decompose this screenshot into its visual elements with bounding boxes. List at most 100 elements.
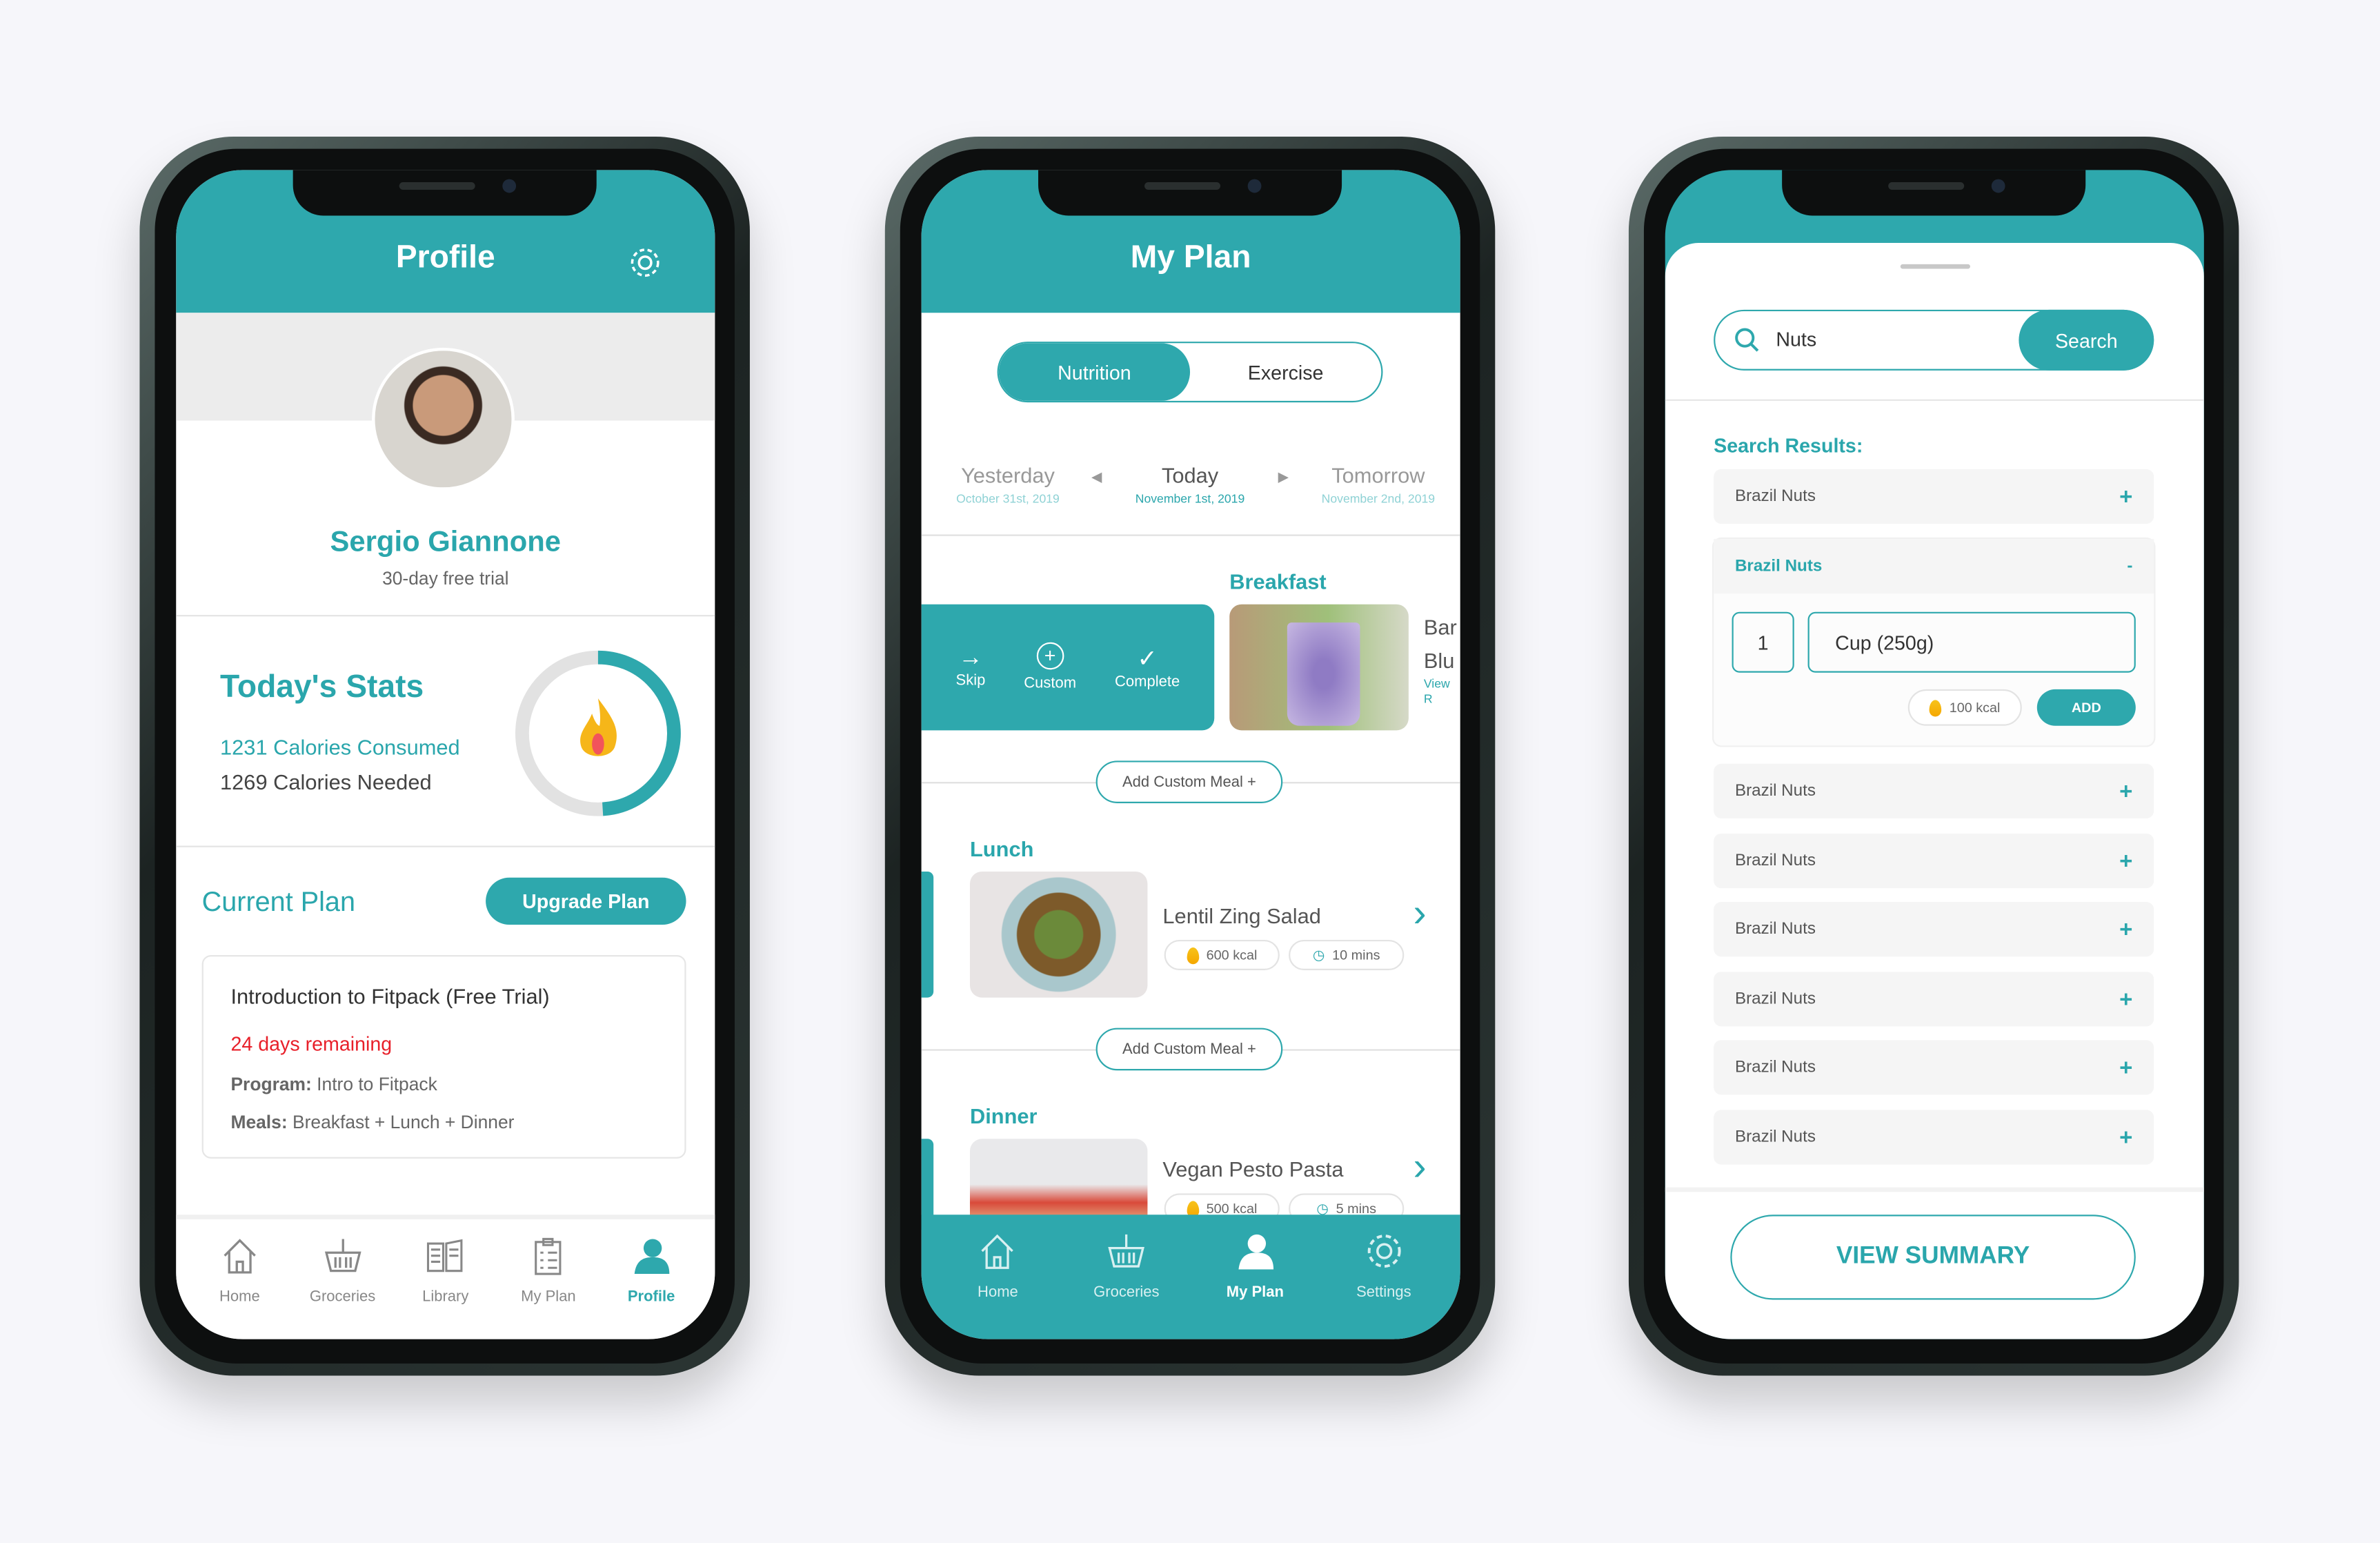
chevron-right-icon[interactable]: › bbox=[1413, 890, 1426, 936]
bottom-nav: Home Groceries Library My Plan Profile bbox=[176, 1215, 715, 1339]
search-screen: Nuts Search Search Results: Brazil Nuts +… bbox=[1665, 170, 2204, 1339]
user-subtitle: 30-day free trial bbox=[382, 567, 509, 589]
results-title: Search Results: bbox=[1714, 434, 1863, 458]
calories-consumed: 1231 Calories Consumed bbox=[220, 734, 460, 760]
breakfast-label: Breakfast bbox=[1229, 569, 1327, 594]
search-button[interactable]: Search bbox=[2019, 309, 2154, 371]
check-icon: ✓ bbox=[1137, 647, 1158, 673]
breakfast-title[interactable]: Bar Blu View R bbox=[1424, 611, 1460, 708]
gear-icon bbox=[1367, 1235, 1400, 1268]
result-row[interactable]: Brazil Nuts + bbox=[1714, 901, 2154, 957]
profile-screen: Profile Sergio Giannone 30-day free tria… bbox=[176, 170, 715, 1339]
day-yesterday[interactable]: Yesterday October 31st, 2019 bbox=[932, 463, 1084, 506]
arrow-right-icon: → bbox=[958, 645, 983, 671]
plan-card: Introduction to Fitpack (Free Trial) 24 … bbox=[201, 954, 686, 1159]
my-plan-screen: My Plan Nutrition Exercise Yesterday Octo… bbox=[921, 170, 1460, 1339]
plus-circle-icon: + bbox=[1036, 642, 1064, 670]
meal-actions-panel: → Skip + Custom ✓ Complete bbox=[921, 604, 1215, 731]
divider bbox=[921, 534, 1460, 536]
user-icon bbox=[1238, 1234, 1273, 1270]
nav-home[interactable]: Home bbox=[194, 1235, 285, 1339]
next-day-arrow[interactable]: ▶ bbox=[1278, 469, 1289, 486]
view-summary-button[interactable]: VIEW SUMMARY bbox=[1730, 1215, 2136, 1300]
result-row[interactable]: Brazil Nuts + bbox=[1714, 833, 2154, 889]
flame-icon bbox=[1930, 699, 1942, 716]
book-icon bbox=[428, 1239, 464, 1272]
prev-day-arrow[interactable]: ◀ bbox=[1091, 469, 1102, 486]
result-row[interactable]: Brazil Nuts + bbox=[1714, 972, 2154, 1027]
custom-button[interactable]: + Custom bbox=[1024, 642, 1076, 692]
plus-icon: + bbox=[2119, 986, 2133, 1012]
plus-icon: + bbox=[2119, 1124, 2133, 1150]
plan-tabs: Nutrition Exercise bbox=[997, 342, 1383, 403]
plus-icon: + bbox=[2119, 1054, 2133, 1081]
plus-icon: + bbox=[2119, 778, 2133, 805]
nav-library[interactable]: Library bbox=[400, 1235, 491, 1339]
divider bbox=[176, 615, 715, 617]
phone-search: Nuts Search Search Results: Brazil Nuts +… bbox=[1628, 137, 2239, 1376]
day-tomorrow[interactable]: Tomorrow November 2nd, 2019 bbox=[1302, 463, 1454, 506]
clock-icon: ◷ bbox=[1312, 946, 1325, 962]
minus-icon: - bbox=[2127, 557, 2133, 576]
complete-button[interactable]: ✓ Complete bbox=[1115, 644, 1180, 691]
quantity-input[interactable]: 1 bbox=[1732, 611, 1794, 673]
breakfast-image[interactable] bbox=[1229, 604, 1409, 731]
plus-icon: + bbox=[2119, 916, 2133, 943]
drag-handle[interactable] bbox=[1900, 264, 1970, 269]
gear-icon[interactable] bbox=[627, 244, 664, 281]
meals-label: Meals: bbox=[230, 1111, 288, 1133]
nav-home[interactable]: Home bbox=[952, 1230, 1043, 1339]
upgrade-plan-button[interactable]: Upgrade Plan bbox=[486, 877, 686, 925]
unit-input[interactable]: Cup (250g) bbox=[1807, 611, 2136, 673]
lunch-name[interactable]: Lentil Zing Salad bbox=[1162, 903, 1320, 927]
program-label: Program: bbox=[230, 1073, 312, 1095]
kcal-chip: 100 kcal bbox=[1907, 689, 2022, 726]
nav-profile[interactable]: Profile bbox=[606, 1235, 697, 1339]
avatar bbox=[372, 347, 515, 491]
expanded-result-header[interactable]: Brazil Nuts - bbox=[1714, 539, 2154, 594]
add-custom-meal-button[interactable]: Add Custom Meal + bbox=[1095, 760, 1283, 803]
home-icon bbox=[982, 1234, 1014, 1269]
phone-profile: Profile Sergio Giannone 30-day free tria… bbox=[139, 137, 750, 1376]
lunch-image[interactable] bbox=[969, 871, 1148, 998]
skip-button[interactable]: → Skip bbox=[956, 645, 986, 689]
nav-my-plan[interactable]: My Plan bbox=[503, 1235, 594, 1339]
result-row[interactable]: Brazil Nuts + bbox=[1714, 763, 2154, 818]
basket-icon bbox=[1108, 1234, 1145, 1268]
current-plan-title: Current Plan bbox=[201, 886, 356, 917]
nav-groceries[interactable]: Groceries bbox=[297, 1235, 388, 1339]
kcal-chip: 600 kcal bbox=[1164, 939, 1280, 970]
user-name: Sergio Giannone bbox=[330, 527, 562, 559]
result-row[interactable]: Brazil Nuts + bbox=[1714, 1040, 2154, 1095]
tab-exercise[interactable]: Exercise bbox=[1190, 343, 1381, 401]
result-row[interactable]: Brazil Nuts + bbox=[1714, 1110, 2154, 1165]
add-button[interactable]: ADD bbox=[2036, 689, 2136, 726]
time-chip: ◷ 10 mins bbox=[1289, 939, 1405, 970]
lunch-label: Lunch bbox=[969, 836, 1034, 861]
days-remaining: 24 days remaining bbox=[230, 1032, 393, 1056]
stats-title: Today's Stats bbox=[220, 669, 424, 705]
nav-my-plan[interactable]: My Plan bbox=[1209, 1230, 1300, 1339]
tab-nutrition[interactable]: Nutrition bbox=[998, 343, 1191, 401]
nav-settings[interactable]: Settings bbox=[1338, 1230, 1429, 1339]
user-icon bbox=[634, 1239, 670, 1275]
day-today[interactable]: Today November 1st, 2019 bbox=[1114, 463, 1266, 506]
plus-icon: + bbox=[2119, 483, 2133, 510]
calories-needed: 1269 Calories Needed bbox=[220, 769, 432, 794]
search-icon bbox=[1735, 328, 1759, 352]
plus-icon: + bbox=[2119, 847, 2133, 874]
divider bbox=[176, 845, 715, 847]
plan-name: Introduction to Fitpack (Free Trial) bbox=[230, 983, 550, 1008]
page-title: My Plan bbox=[1130, 239, 1251, 275]
program-value: Intro to Fitpack bbox=[317, 1073, 437, 1095]
result-row[interactable]: Brazil Nuts + bbox=[1714, 469, 2154, 524]
chevron-right-icon[interactable]: › bbox=[1413, 1143, 1426, 1190]
nav-groceries[interactable]: Groceries bbox=[1081, 1230, 1172, 1339]
expanded-result: Brazil Nuts - 1 Cup (250g) 100 kcal ADD bbox=[1714, 539, 2154, 746]
bottom-nav: Home Groceries My Plan Settings bbox=[921, 1215, 1460, 1339]
phone-my-plan: My Plan Nutrition Exercise Yesterday Octo… bbox=[884, 137, 1496, 1376]
dinner-label: Dinner bbox=[969, 1103, 1038, 1128]
add-custom-meal-button[interactable]: Add Custom Meal + bbox=[1095, 1028, 1283, 1071]
dinner-name[interactable]: Vegan Pesto Pasta bbox=[1162, 1157, 1343, 1181]
home-icon bbox=[224, 1239, 256, 1274]
